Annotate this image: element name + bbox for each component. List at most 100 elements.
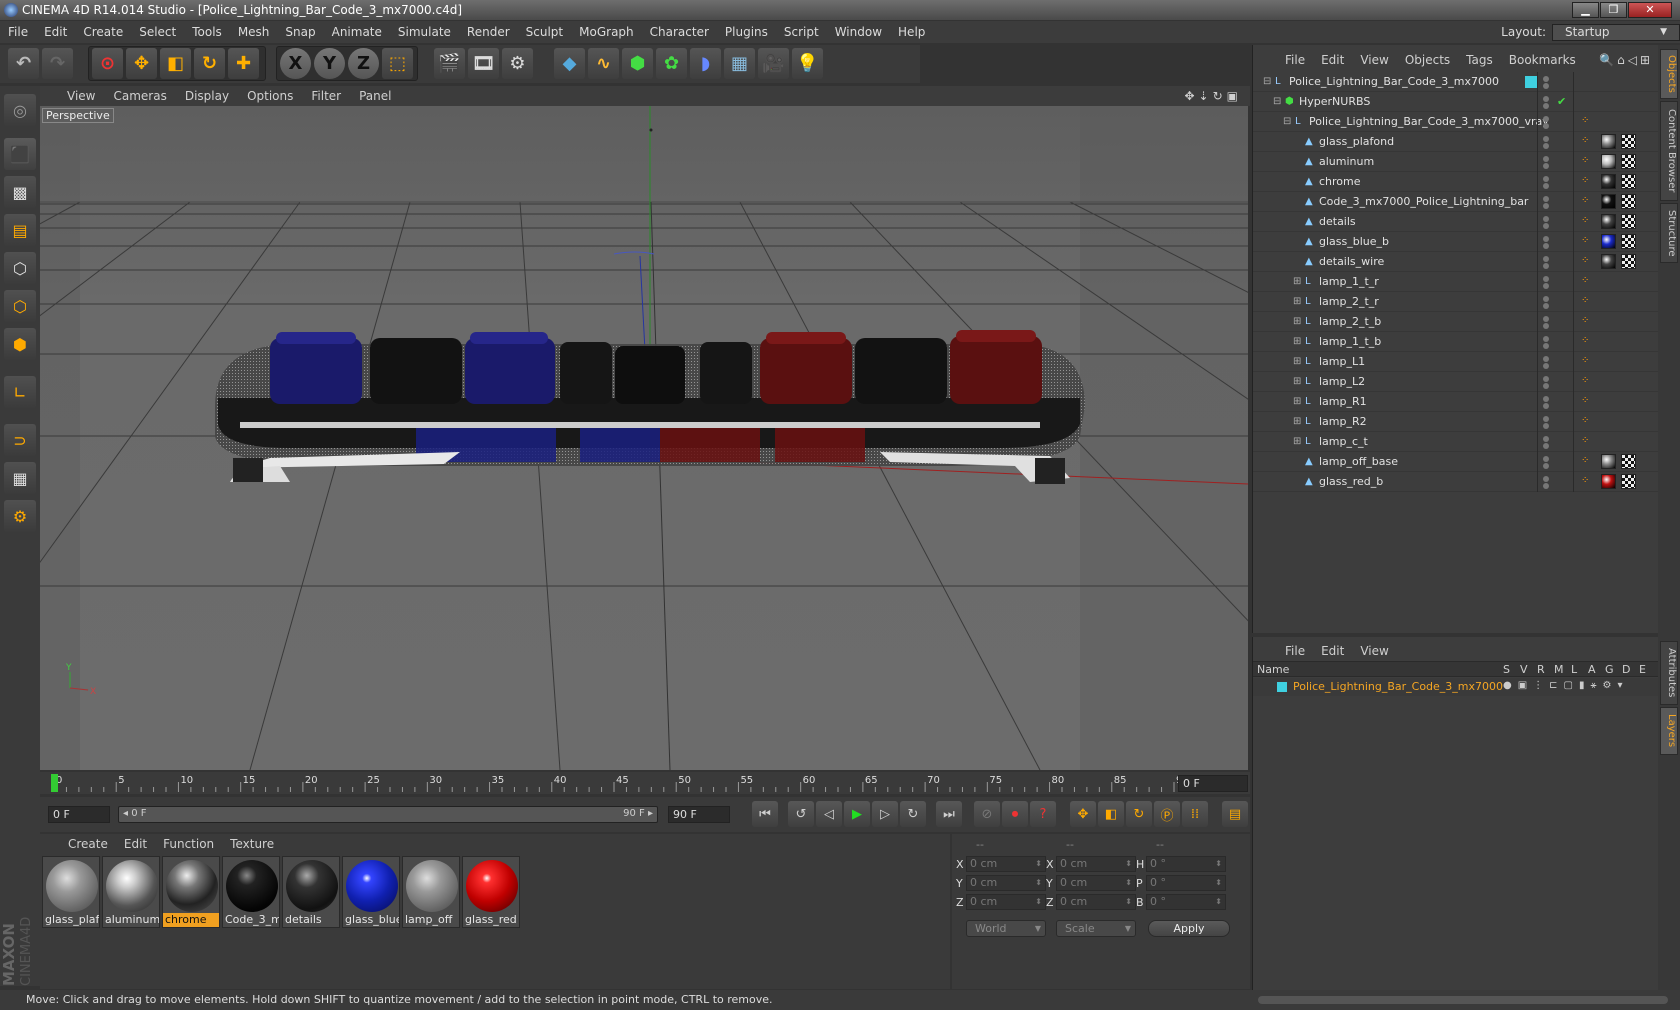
- workplane-icon[interactable]: ▤: [4, 214, 36, 246]
- editor-visibility-dot[interactable]: [1543, 336, 1549, 342]
- maximize-button[interactable]: ❐: [1600, 2, 1627, 18]
- deformer-icon[interactable]: ◗: [690, 48, 721, 79]
- position-field[interactable]: 0 cm ⬍: [966, 856, 1046, 872]
- current-frame-field[interactable]: 0 F: [1178, 775, 1248, 792]
- make-editable-icon[interactable]: ◎: [4, 94, 36, 126]
- position-field[interactable]: 0 cm ⬍: [966, 875, 1046, 891]
- object-row[interactable]: ▲ glass_plafond ⁘: [1253, 132, 1659, 152]
- render-visibility-dot[interactable]: [1543, 103, 1549, 109]
- close-button[interactable]: ✕: [1628, 2, 1672, 18]
- uvw-tag-icon[interactable]: [1621, 474, 1636, 489]
- object-name[interactable]: aluminum: [1319, 152, 1374, 172]
- end-frame-field[interactable]: 90 F: [668, 806, 730, 823]
- expand-icon[interactable]: ⊞: [1293, 416, 1303, 428]
- phong-tag-icon[interactable]: ⁘: [1581, 454, 1596, 469]
- scrollbar-thumb[interactable]: [1258, 996, 1668, 1004]
- expand-icon[interactable]: ⊞: [1293, 436, 1303, 448]
- layer-color-swatch[interactable]: [1525, 76, 1537, 88]
- menu-render[interactable]: Render: [459, 25, 518, 39]
- menu-window[interactable]: Window: [827, 25, 890, 39]
- object-name[interactable]: lamp_2_t_r: [1319, 292, 1379, 312]
- object-name[interactable]: lamp_1_t_r: [1319, 272, 1379, 292]
- material-swatch[interactable]: lamp_off: [402, 856, 460, 928]
- stepper-icon[interactable]: ⬍: [1035, 857, 1042, 871]
- phong-tag-icon[interactable]: ⁘: [1581, 234, 1596, 249]
- object-row[interactable]: ⊟ L Police_Lightning_Bar_Code_3_mx7000_vra…: [1253, 112, 1659, 132]
- object-row[interactable]: ▲ glass_blue_b ⁘: [1253, 232, 1659, 252]
- menu-mograph[interactable]: MoGraph: [571, 25, 642, 39]
- frame-range-slider[interactable]: ◂ 0 F 90 F ▸: [118, 806, 658, 823]
- key-position-icon[interactable]: ✥: [1070, 801, 1096, 827]
- layer-column-d[interactable]: D: [1622, 663, 1630, 676]
- tab-objects[interactable]: Objects: [1660, 49, 1678, 99]
- object-name[interactable]: lamp_L1: [1319, 352, 1365, 372]
- menu-help[interactable]: Help: [890, 25, 933, 39]
- scale-mode-dropdown[interactable]: Scale ▼: [1056, 920, 1136, 937]
- editor-visibility-dot[interactable]: [1543, 136, 1549, 142]
- layer-column-l[interactable]: L: [1571, 663, 1577, 676]
- viewport-menu-display[interactable]: Display: [176, 89, 238, 103]
- tab-structure[interactable]: Structure: [1660, 203, 1678, 263]
- object-name[interactable]: glass_blue_b: [1319, 232, 1389, 252]
- size-field[interactable]: 0 cm ⬍: [1056, 894, 1136, 910]
- layer-column-a[interactable]: A: [1588, 663, 1596, 676]
- layer-column-g[interactable]: G: [1605, 663, 1614, 676]
- object-name[interactable]: lamp_R2: [1319, 412, 1367, 432]
- menu-edit[interactable]: Edit: [36, 25, 75, 39]
- tweak-magnet-icon[interactable]: ⊃: [4, 424, 36, 456]
- phong-tag-icon[interactable]: ⁘: [1581, 314, 1596, 329]
- object-name[interactable]: glass_red_b: [1319, 472, 1383, 492]
- render-visibility-dot[interactable]: [1543, 223, 1549, 229]
- tab-attributes[interactable]: Attributes: [1660, 641, 1678, 705]
- model-mode-icon[interactable]: ⬛: [4, 138, 36, 170]
- phong-tag-icon[interactable]: ⁘: [1581, 214, 1596, 229]
- object-name[interactable]: lamp_1_t_b: [1319, 332, 1381, 352]
- menu-simulate[interactable]: Simulate: [390, 25, 459, 39]
- key-parameter-icon[interactable]: Ⓟ: [1154, 801, 1180, 827]
- rotate-icon[interactable]: ↻: [194, 48, 225, 79]
- editor-visibility-dot[interactable]: [1543, 276, 1549, 282]
- key-pla-icon[interactable]: ⁞⁞: [1182, 801, 1208, 827]
- autokey-icon[interactable]: ⏺: [1002, 801, 1028, 827]
- texture-tag-icon[interactable]: [1601, 214, 1616, 229]
- material-swatch[interactable]: details: [282, 856, 340, 928]
- snap-grid-icon[interactable]: ▦: [4, 462, 36, 494]
- object-row[interactable]: ▲ chrome ⁘: [1253, 172, 1659, 192]
- editor-visibility-dot[interactable]: [1543, 416, 1549, 422]
- object-row[interactable]: ⊞ Llamp_R2 ⁘: [1253, 412, 1659, 432]
- uvw-tag-icon[interactable]: [1621, 154, 1636, 169]
- phong-tag-icon[interactable]: ⁘: [1581, 374, 1596, 389]
- lm-menu-file[interactable]: File: [1277, 644, 1313, 658]
- render-visibility-dot[interactable]: [1543, 383, 1549, 389]
- record-keys-icon[interactable]: ⊘: [974, 801, 1000, 827]
- array-icon[interactable]: ✿: [656, 48, 687, 79]
- render-visibility-dot[interactable]: [1543, 143, 1549, 149]
- om-menu-view[interactable]: View: [1352, 53, 1396, 67]
- object-name[interactable]: lamp_2_t_b: [1319, 312, 1381, 332]
- render-visibility-dot[interactable]: [1543, 303, 1549, 309]
- material-swatch[interactable]: glass_plafc: [42, 856, 100, 928]
- collapse-icon[interactable]: ⊟: [1263, 76, 1273, 88]
- stepper-icon[interactable]: ⬍: [1035, 876, 1042, 890]
- om-nav-icons[interactable]: 🔍⌂◁⊞: [1599, 53, 1653, 67]
- object-row[interactable]: ⊟ L Police_Lightning_Bar_Code_3_mx7000: [1253, 72, 1659, 92]
- phong-tag-icon[interactable]: ⁘: [1581, 134, 1596, 149]
- go-to-end-icon[interactable]: ⏭: [936, 801, 962, 827]
- x-axis-button[interactable]: X: [280, 48, 311, 79]
- texture-tag-icon[interactable]: [1601, 134, 1616, 149]
- texture-tag-icon[interactable]: [1601, 154, 1616, 169]
- object-row[interactable]: ⊞ Llamp_L2 ⁘: [1253, 372, 1659, 392]
- editor-visibility-dot[interactable]: [1543, 436, 1549, 442]
- texture-tag-icon[interactable]: [1601, 474, 1616, 489]
- editor-visibility-dot[interactable]: [1543, 316, 1549, 322]
- object-name[interactable]: Code_3_mx7000_Police_Lightning_bar: [1319, 192, 1528, 212]
- next-frame-icon[interactable]: ▷: [872, 801, 898, 827]
- object-row[interactable]: ⊞ Llamp_1_t_b ⁘: [1253, 332, 1659, 352]
- menu-file[interactable]: File: [0, 25, 36, 39]
- texture-tag-icon[interactable]: [1601, 194, 1616, 209]
- viewport-menu-cameras[interactable]: Cameras: [104, 89, 175, 103]
- render-visibility-dot[interactable]: [1543, 183, 1549, 189]
- phong-tag-icon[interactable]: ⁘: [1581, 414, 1596, 429]
- om-menu-tags[interactable]: Tags: [1458, 53, 1501, 67]
- camera-icon[interactable]: 🎥: [758, 48, 789, 79]
